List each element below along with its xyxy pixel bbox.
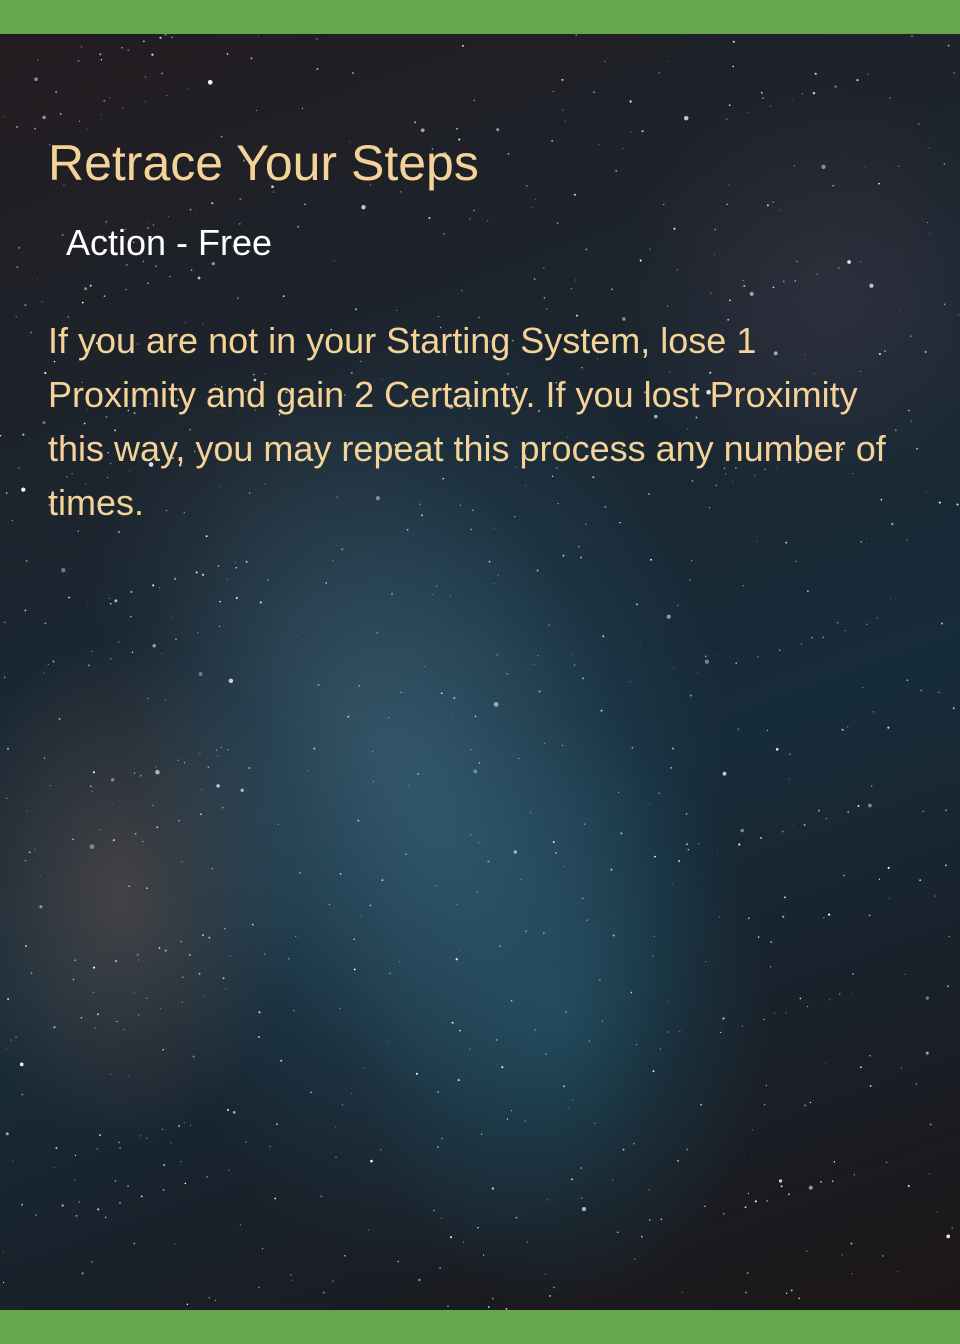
card: Retrace Your Steps Action - Free If you … — [0, 0, 960, 1344]
card-title: Retrace Your Steps — [48, 135, 479, 191]
top-frame-band — [0, 0, 960, 34]
bottom-frame-band — [0, 1310, 960, 1344]
card-rules-text: If you are not in your Starting System, … — [48, 320, 886, 523]
card-type-line: Action - Free — [66, 222, 273, 263]
